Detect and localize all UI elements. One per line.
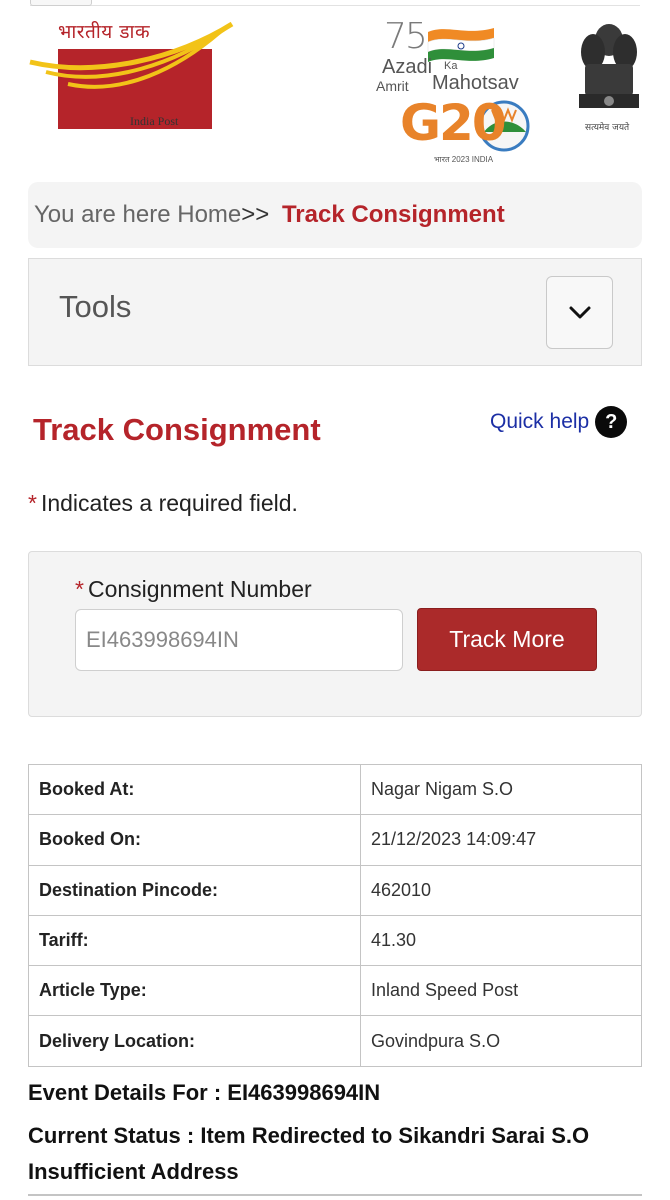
emblem-icon — [579, 24, 639, 108]
table-row: Article Type: Inland Speed Post — [28, 965, 642, 1017]
bottom-divider — [28, 1194, 642, 1196]
detail-key: Destination Pincode: — [28, 864, 361, 916]
breadcrumb-separator: >> — [241, 201, 270, 228]
breadcrumb: You are here Home >> Track Consignment — [28, 182, 642, 248]
g20-amrit-text: Amrit — [376, 78, 409, 94]
table-row: Delivery Location: Govindpura S.O — [28, 1015, 642, 1067]
g20-mahotsav-text: Mahotsav — [432, 72, 519, 94]
detail-value: Inland Speed Post — [360, 965, 642, 1017]
quick-help-label: Quick help — [490, 410, 590, 433]
table-row: Booked At: Nagar Nigam S.O — [28, 763, 642, 816]
consignment-number-label-text: Consignment Number — [87, 576, 312, 602]
detail-key: Article Type: — [28, 965, 361, 1017]
tools-toggle-button[interactable] — [546, 276, 613, 349]
detail-key: Tariff: — [28, 914, 361, 967]
question-circle-icon: ? — [595, 406, 628, 438]
detail-value: Nagar Nigam S.O — [360, 763, 642, 816]
tracking-form: *Consignment Number Track More — [28, 551, 642, 717]
table-row: Booked On: 21/12/2023 14:09:47 — [28, 814, 642, 866]
table-row: Destination Pincode: 462010 — [28, 864, 642, 916]
required-note-text: Indicates a required field. — [40, 490, 298, 516]
required-field-note: * Indicates a required field. — [28, 490, 298, 517]
detail-key: Booked On: — [28, 814, 361, 866]
top-divider — [30, 0, 640, 6]
required-star: * — [75, 576, 84, 602]
tools-label: Tools — [59, 289, 132, 324]
consignment-number-input[interactable] — [75, 609, 403, 671]
g20-mark-text: G20 — [400, 94, 507, 152]
breadcrumb-prefix: You are here — [34, 201, 171, 228]
track-more-button[interactable]: Track More — [417, 608, 597, 671]
consignment-details-table: Booked At: Nagar Nigam S.O Booked On: 21… — [28, 763, 642, 1067]
detail-value: 41.30 — [360, 914, 642, 967]
tools-panel: Tools — [28, 258, 642, 366]
event-details-title: Event Details For : EI463998694IN — [28, 1080, 381, 1105]
logo-english-text: India Post — [130, 114, 179, 128]
india-post-logo[interactable]: भारतीय डाक India Post — [28, 18, 234, 136]
detail-value: 21/12/2023 14:09:47 — [360, 814, 642, 866]
chevron-down-icon — [569, 306, 590, 318]
g20-azadi-text: Azadi — [382, 56, 433, 78]
breadcrumb-current: Track Consignment — [281, 201, 505, 228]
detail-value: 462010 — [360, 864, 642, 916]
detail-key: Delivery Location: — [28, 1015, 361, 1067]
g20-footer-text: भारत 2023 INDIA — [434, 155, 494, 164]
emblem-text: सत्यमेव जयते — [585, 123, 630, 133]
consignment-number-label: * Consignment Number — [75, 576, 312, 603]
azadi-g20-logo: 75 Azadi Ka Amrit Mahotsav G20 भारत 2023… — [376, 14, 546, 174]
current-status: Current Status : Item Redirected to Sika… — [28, 1123, 590, 1184]
breadcrumb-home-link[interactable]: Home — [177, 201, 241, 229]
quick-help-link[interactable]: Quick help ? — [490, 406, 628, 438]
detail-value: Govindpura S.O — [360, 1015, 642, 1067]
page-title: Track Consignment — [33, 412, 321, 447]
detail-key: Booked At: — [28, 763, 361, 816]
g20-ka-text: Ka — [444, 60, 458, 72]
top-tab[interactable] — [30, 0, 92, 6]
national-emblem: सत्यमेव जयते — [575, 18, 643, 136]
required-star: * — [28, 490, 37, 516]
table-row: Tariff: 41.30 — [28, 914, 642, 967]
